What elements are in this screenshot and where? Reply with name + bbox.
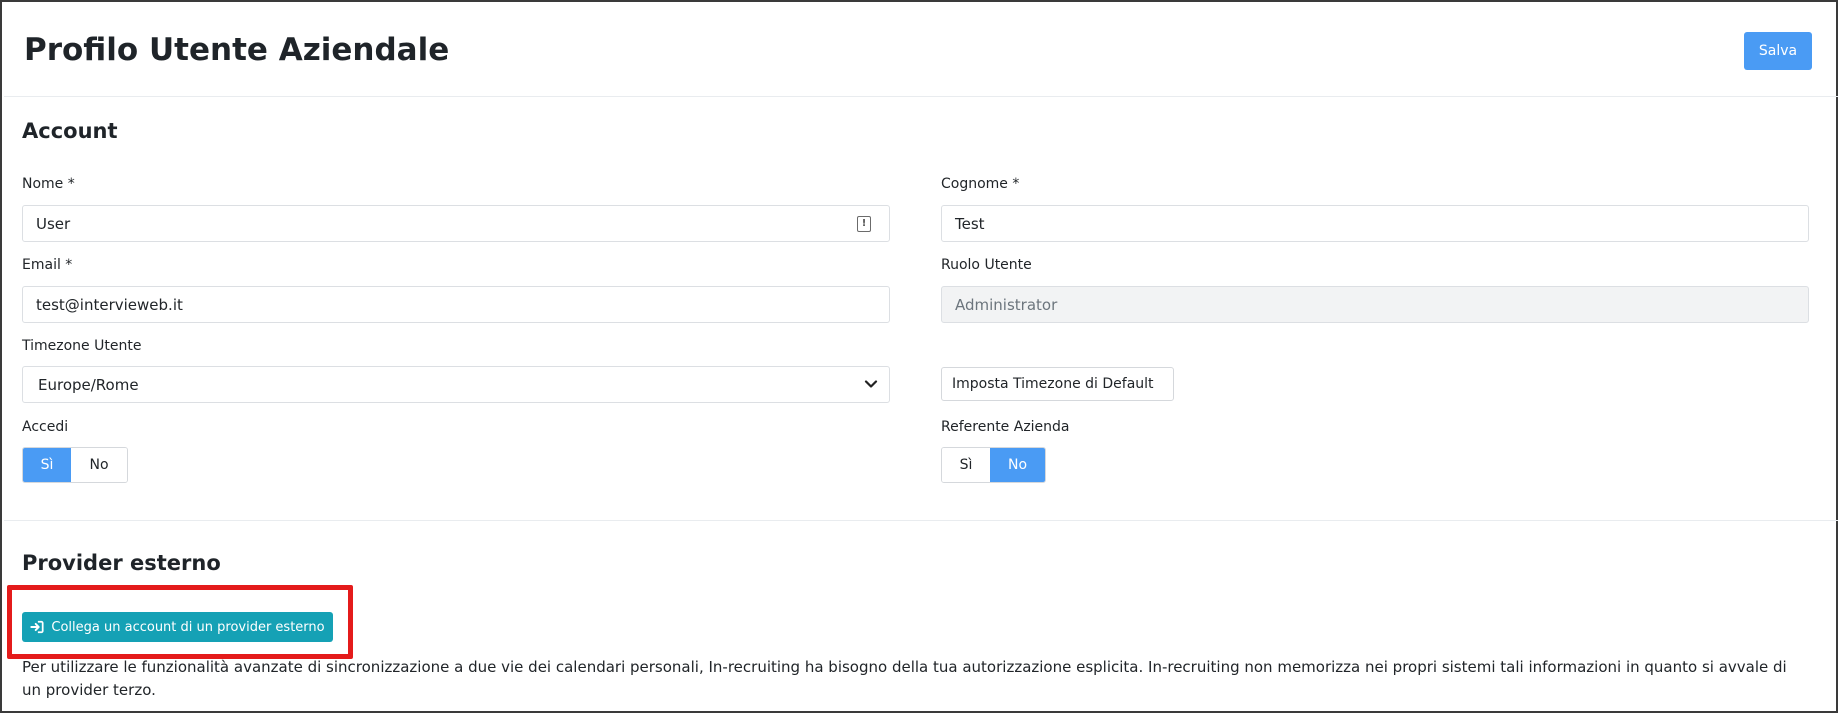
timezone-label: Timezone Utente	[22, 338, 142, 354]
ruolo-field: Administrator	[941, 286, 1809, 323]
referente-option-si[interactable]: Sì	[942, 448, 990, 482]
ruolo-value: Administrator	[955, 295, 1058, 314]
chevron-down-icon	[864, 380, 878, 388]
default-timezone-button[interactable]: Imposta Timezone di Default	[941, 367, 1174, 401]
referente-option-no[interactable]: No	[990, 448, 1045, 482]
cognome-value: Test	[955, 214, 985, 233]
cognome-field[interactable]: Test	[941, 205, 1809, 242]
referente-label: Referente Azienda	[941, 419, 1070, 435]
connect-provider-label: Collega un account di un provider estern…	[51, 619, 325, 635]
timezone-select[interactable]: Europe/Rome	[22, 366, 890, 403]
accedi-toggle: Sì No	[22, 447, 128, 483]
accedi-label: Accedi	[22, 419, 69, 435]
info-badge-icon[interactable]: !	[857, 216, 871, 232]
page-frame: Profilo Utente Aziendale Salva Account N…	[0, 0, 1838, 713]
email-field[interactable]: test@intervieweb.it	[22, 286, 890, 323]
nome-value: User	[36, 214, 71, 233]
provider-section-title: Provider esterno	[22, 551, 221, 575]
timezone-value: Europe/Rome	[38, 375, 139, 394]
accedi-option-no[interactable]: No	[71, 448, 127, 482]
account-section-title: Account	[22, 119, 118, 143]
nome-field[interactable]: User !	[22, 205, 890, 242]
referente-toggle: Sì No	[941, 447, 1046, 483]
accedi-option-si[interactable]: Sì	[23, 448, 71, 482]
connect-provider-button[interactable]: Collega un account di un provider estern…	[22, 612, 333, 642]
page-title: Profilo Utente Aziendale	[24, 32, 450, 68]
save-button[interactable]: Salva	[1744, 32, 1812, 70]
sign-in-icon	[30, 620, 44, 634]
cognome-label: Cognome *	[941, 176, 1020, 192]
email-value: test@intervieweb.it	[36, 295, 183, 314]
ruolo-label: Ruolo Utente	[941, 257, 1032, 273]
nome-label: Nome *	[22, 176, 75, 192]
provider-note: Per utilizzare le funzionalità avanzate …	[22, 658, 1787, 699]
section-divider	[4, 520, 1838, 521]
email-label: Email *	[22, 257, 73, 273]
page-header: Profilo Utente Aziendale Salva	[4, 4, 1838, 97]
